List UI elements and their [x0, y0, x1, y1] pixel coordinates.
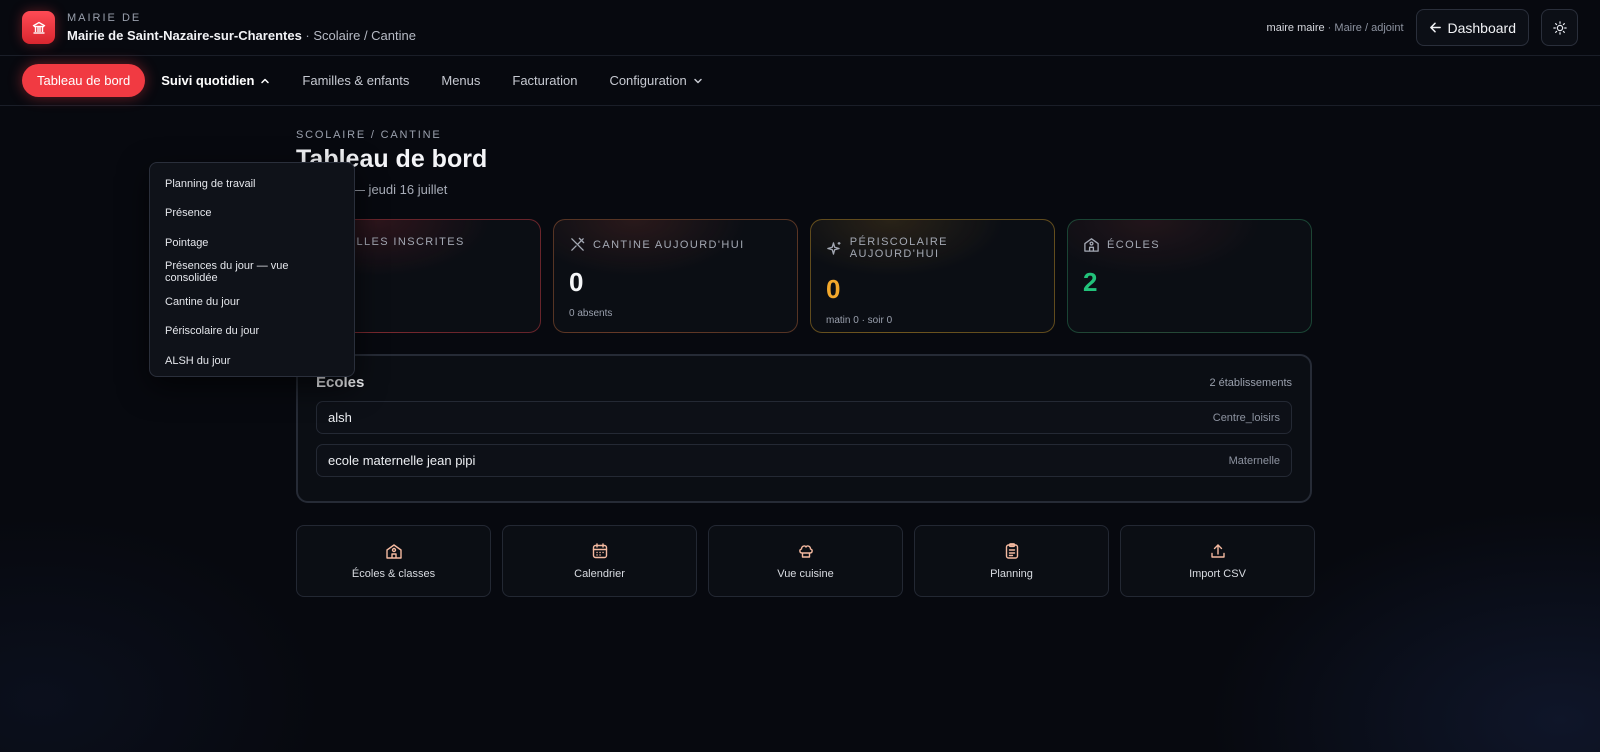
shortcut-calendrier[interactable]: Calendrier [502, 525, 697, 597]
brand-separator: · [301, 28, 314, 43]
nav-suivi-quotidien[interactable]: Suivi quotidien [145, 64, 286, 97]
stat-head: PÉRISCOLAIRE AUJOURD'HUI [826, 236, 1039, 260]
top-header: MAIRIE DE Mairie de Saint-Nazaire-sur-Ch… [0, 0, 1600, 56]
municipality-name: Mairie de Saint-Nazaire-sur-Charentes [67, 28, 302, 43]
stat-card-periscolaire[interactable]: PÉRISCOLAIRE AUJOURD'HUI 0 matin 0 · soi… [810, 219, 1055, 333]
user-separator: · [1324, 21, 1335, 34]
dashboard-button-label: Dashboard [1447, 19, 1517, 36]
school-type: Centre_loisirs [1212, 411, 1280, 424]
stat-value: 0 [569, 267, 584, 297]
stat-head: ÉCOLES [1083, 236, 1296, 253]
nav-tableau-de-bord[interactable]: Tableau de bord [22, 64, 146, 97]
school-row[interactable]: ecole maternelle jean pipi Maternelle [316, 444, 1292, 477]
menu-item-presences-consolidee[interactable]: Présences du jour — vue consolidée [150, 258, 354, 288]
arrow-left-icon [1429, 22, 1441, 33]
menu-item-pointage[interactable]: Pointage [150, 228, 354, 258]
shortcut-label: Calendrier [574, 568, 625, 580]
schools-header: Écoles 2 établissements [316, 374, 1292, 391]
nav-familles-enfants[interactable]: Familles & enfants [286, 64, 425, 97]
menu-item-alsh-jour[interactable]: ALSH du jour [150, 346, 354, 376]
school-name: alsh [328, 410, 352, 425]
nav-label: Suivi quotidien [161, 73, 255, 88]
brand-line: Mairie de Saint-Nazaire-sur-Charentes · … [67, 28, 416, 43]
module-name: Scolaire / Cantine [313, 28, 416, 43]
main-nav: Tableau de bord Suivi quotidien Familles… [0, 56, 1600, 106]
user-info: maire maire · Maire / adjoint [1267, 22, 1404, 34]
stat-card-ecoles[interactable]: ÉCOLES 2 [1067, 219, 1312, 333]
user-name: maire maire [1266, 21, 1325, 34]
suivi-quotidien-dropdown: Planning de travail Présence Pointage Pr… [149, 162, 355, 377]
shortcut-import-csv[interactable]: Import CSV [1120, 525, 1315, 597]
nav-label: Familles & enfants [302, 73, 410, 88]
city-hall-logo-icon[interactable] [22, 11, 55, 44]
brand-kicker: MAIRIE DE [67, 12, 142, 24]
nav-label: Configuration [609, 73, 687, 88]
shortcut-label: Vue cuisine [777, 568, 834, 580]
utensils-icon [571, 237, 585, 251]
shortcut-planning[interactable]: Planning [914, 525, 1109, 597]
nav-facturation[interactable]: Facturation [496, 64, 593, 97]
stat-label: ILLES INSCRITES [352, 236, 465, 248]
chevron-up-icon [261, 78, 270, 83]
school-type: Maternelle [1228, 454, 1280, 467]
schools-count: 2 établissements [1209, 376, 1292, 389]
clipboard-icon [1005, 543, 1018, 559]
chef-hat-icon [798, 545, 813, 558]
menu-item-presence[interactable]: Présence [150, 199, 354, 229]
shortcuts-row: Écoles & classes Calendrier Vue cuisine … [296, 525, 1315, 597]
page-subtitle-text: r — jeudi 16 juillet [344, 182, 448, 197]
nav-label: Menus [441, 73, 481, 88]
stat-label: ÉCOLES [1107, 238, 1161, 251]
calendar-icon [592, 543, 607, 559]
shortcut-vue-cuisine[interactable]: Vue cuisine [708, 525, 903, 597]
stat-head: CANTINE AUJOURD'HUI [569, 236, 782, 253]
menu-item-planning-travail[interactable]: Planning de travail [150, 169, 354, 199]
header-actions: maire maire · Maire / adjoint Dashboard [1267, 9, 1578, 46]
school-row[interactable]: alsh Centre_loisirs [316, 401, 1292, 434]
shortcut-label: Import CSV [1189, 568, 1246, 580]
stat-sub: 0 absents [569, 308, 613, 319]
shortcut-label: Écoles & classes [351, 568, 436, 580]
nav-configuration[interactable]: Configuration [593, 64, 718, 97]
shortcut-label: Planning [990, 568, 1033, 580]
school-name: ecole maternelle jean pipi [328, 453, 476, 468]
stat-label: PÉRISCOLAIRE AUJOURD'HUI [849, 236, 948, 260]
stat-card-cantine[interactable]: CANTINE AUJOURD'HUI 0 0 absents [553, 219, 798, 333]
page-title: Tableau de bord [296, 145, 488, 173]
page-kicker: SCOLAIRE / CANTINE [296, 129, 442, 141]
page-subtitle: r — jeudi 16 juillet [296, 182, 1312, 197]
nav-menus[interactable]: Menus [425, 64, 496, 97]
stat-sub: matin 0 · soir 0 [826, 315, 893, 326]
upload-icon [1210, 544, 1225, 558]
stats-row: ILLES INSCRITES CANTINE AUJOURD'HUI 0 0 … [296, 219, 1312, 333]
sun-icon [1552, 20, 1567, 35]
menu-item-cantine-jour[interactable]: Cantine du jour [150, 287, 354, 317]
nav-label: Tableau de bord [37, 73, 131, 88]
dashboard-button[interactable]: Dashboard [1415, 9, 1529, 46]
user-role: Maire / adjoint [1334, 21, 1404, 34]
nav-label: Facturation [512, 73, 578, 88]
schools-panel: Écoles 2 établissements alsh Centre_lois… [296, 354, 1312, 503]
menu-item-periscolaire-jour[interactable]: Périscolaire du jour [150, 317, 354, 347]
sparkles-icon [827, 241, 841, 255]
chevron-down-icon [694, 78, 702, 83]
stat-label: CANTINE AUJOURD'HUI [593, 238, 745, 251]
school-icon [1084, 238, 1099, 252]
theme-toggle-button[interactable] [1541, 9, 1578, 46]
shortcut-ecoles-classes[interactable]: Écoles & classes [296, 525, 491, 597]
brand-block: MAIRIE DE Mairie de Saint-Nazaire-sur-Ch… [67, 12, 416, 43]
stat-value: 2 [1083, 267, 1098, 297]
stat-value: 0 [826, 274, 841, 304]
main-content: SCOLAIRE / CANTINE Tableau de bord r — j… [296, 125, 1315, 597]
school-icon [385, 544, 402, 559]
